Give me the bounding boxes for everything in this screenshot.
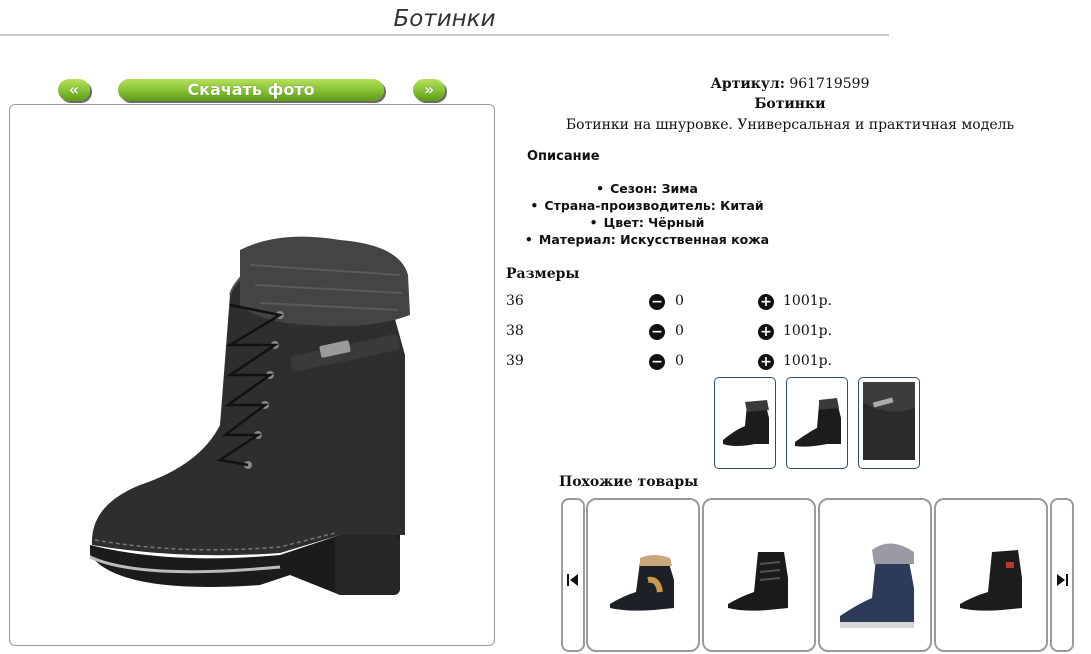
prev-photo-button[interactable]: « <box>58 79 90 101</box>
decrease-qty-button[interactable]: − <box>649 294 665 310</box>
article-line: Артикул: 961719599 <box>510 76 1070 92</box>
decrease-qty-button[interactable]: − <box>649 324 665 340</box>
boot-detail-thumbnail-image <box>863 382 915 460</box>
size-row: 38 − 0 + 1001р. <box>506 323 846 343</box>
next-photo-button[interactable]: » <box>413 79 445 101</box>
increase-qty-button[interactable]: + <box>758 324 774 340</box>
size-price: 1001р. <box>783 323 833 339</box>
similar-product-card[interactable] <box>586 498 700 652</box>
similar-boot-image <box>610 555 674 611</box>
size-value: 38 <box>506 323 524 339</box>
skip-back-icon <box>567 574 578 586</box>
photo-thumbnail[interactable] <box>858 377 920 469</box>
size-value: 39 <box>506 353 524 369</box>
decrease-qty-button[interactable]: − <box>649 354 665 370</box>
increase-qty-button[interactable]: + <box>758 294 774 310</box>
sizes-heading: Размеры <box>506 266 580 282</box>
similar-heading: Похожие товары <box>559 474 699 490</box>
details-list: Сезон: Зима Страна-производитель: Китай … <box>497 180 797 248</box>
size-price: 1001р. <box>783 293 833 309</box>
similar-boot-image <box>960 550 1022 611</box>
page-title: Ботинки <box>393 6 496 32</box>
detail-item: Страна-производитель: Китай <box>497 197 797 214</box>
product-name: Ботинки <box>754 96 826 112</box>
details-heading: Описание <box>527 149 600 164</box>
similar-boot-image <box>728 552 788 611</box>
photo-thumbnail[interactable] <box>786 377 848 469</box>
size-value: 36 <box>506 293 524 309</box>
detail-item: Материал: Искусственная кожа <box>497 231 797 248</box>
detail-item: Цвет: Чёрный <box>497 214 797 231</box>
similar-product-card[interactable] <box>934 498 1048 652</box>
detail-item: Сезон: Зима <box>497 180 797 197</box>
article-value: 961719599 <box>789 76 870 92</box>
article-label: Артикул: <box>710 76 785 92</box>
size-row: 39 − 0 + 1001р. <box>506 353 846 373</box>
qty-value: 0 <box>675 323 684 339</box>
title-divider <box>0 34 889 36</box>
skip-forward-icon <box>1057 574 1068 586</box>
boot-thumbnail-image <box>795 398 841 447</box>
size-price: 1001р. <box>783 353 833 369</box>
similar-product-card[interactable] <box>818 498 932 652</box>
boot-thumbnail-image <box>723 400 769 446</box>
photo-thumbnail[interactable] <box>714 377 776 469</box>
main-product-photo <box>89 236 410 595</box>
product-description: Ботинки на шнуровке. Универсальная и пра… <box>565 117 1015 133</box>
similar-next-button[interactable] <box>1050 498 1074 652</box>
increase-qty-button[interactable]: + <box>758 354 774 370</box>
similar-boot-image <box>840 543 914 628</box>
size-row: 36 − 0 + 1001р. <box>506 293 846 313</box>
main-photo-frame <box>9 104 495 646</box>
similar-prev-button[interactable] <box>561 498 585 652</box>
qty-value: 0 <box>675 353 684 369</box>
download-photo-button[interactable]: Скачать фото <box>118 79 384 101</box>
similar-product-card[interactable] <box>702 498 816 652</box>
qty-value: 0 <box>675 293 684 309</box>
